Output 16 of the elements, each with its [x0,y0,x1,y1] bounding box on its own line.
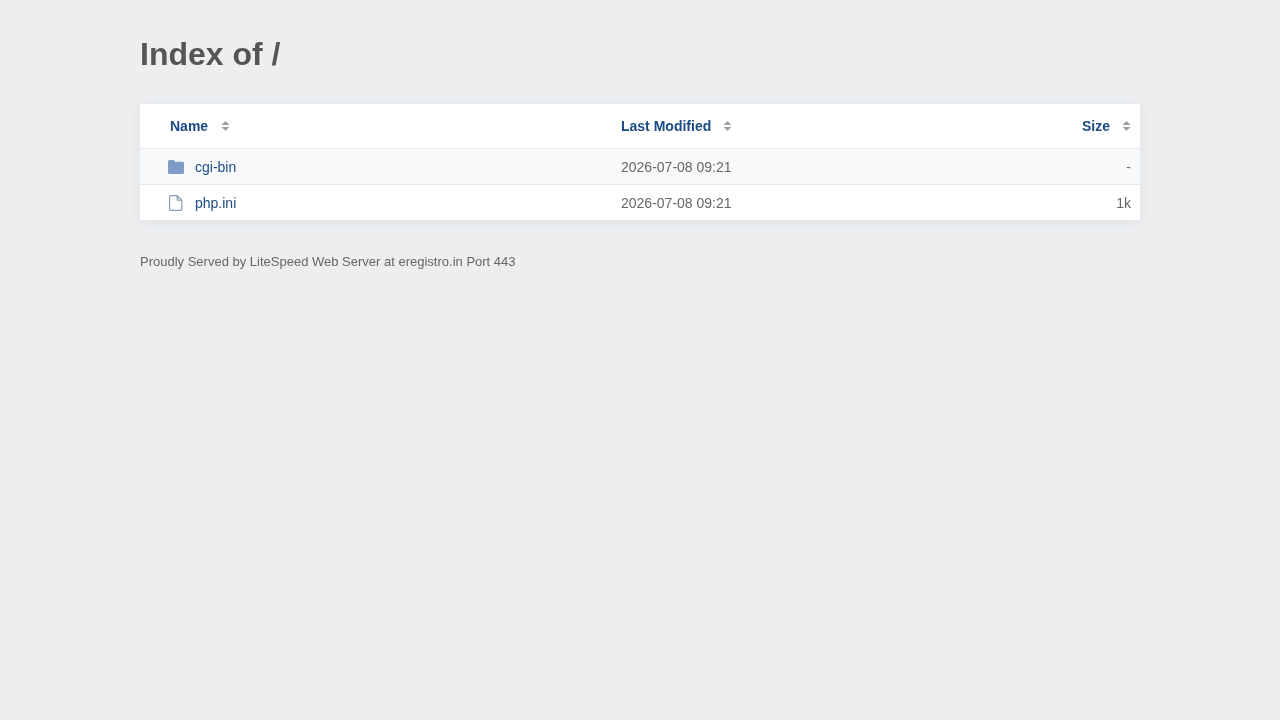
file-size: - [1126,158,1131,175]
modified-date: 2026-07-08 09:21 [621,158,732,175]
column-header-link[interactable]: Size [1082,118,1110,134]
page-title: Index of / [140,36,281,73]
server-footer-text: Proudly Served by LiteSpeed Web Server at eregistro.in Port 443 [140,254,516,269]
file-link[interactable]: php.ini [195,194,237,211]
folder-icon [168,159,184,174]
column-header-link[interactable]: Last Modified [621,118,712,134]
file-icon [169,194,183,211]
modified-date: 2026-07-08 09:21 [621,194,732,211]
sort-icon[interactable] [221,121,231,131]
file-link[interactable]: cgi-bin [195,158,237,175]
sort-icon[interactable] [723,121,733,131]
sort-icon[interactable] [1122,121,1131,131]
file-size: 1k [1116,194,1131,211]
column-header-link[interactable]: Name [170,118,209,134]
